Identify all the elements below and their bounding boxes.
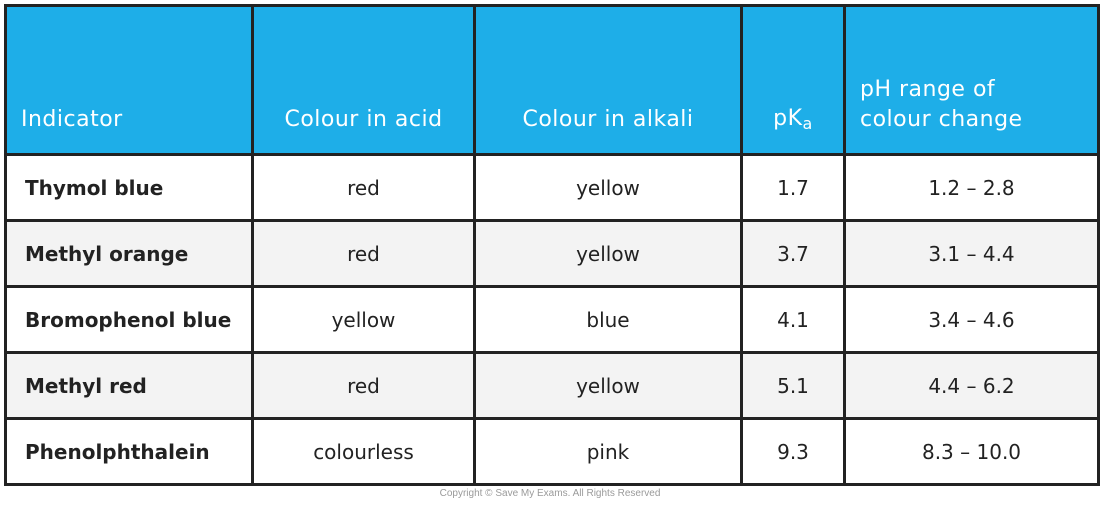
cell-indicator: Thymol blue xyxy=(4,153,254,222)
cell-ph-range: 8.3 – 10.0 xyxy=(843,417,1100,486)
table-row: Phenolphthalein colourless pink 9.3 8.3 … xyxy=(4,417,1100,486)
table-row: Bromophenol blue yellow blue 4.1 3.4 – 4… xyxy=(4,285,1100,354)
cell-colour-acid: red xyxy=(251,153,476,222)
cell-pka: 1.7 xyxy=(740,153,846,222)
cell-colour-alkali: pink xyxy=(473,417,743,486)
cell-ph-range: 4.4 – 6.2 xyxy=(843,351,1100,420)
header-indicator: Indicator xyxy=(4,4,254,156)
cell-indicator: Phenolphthalein xyxy=(4,417,254,486)
cell-pka: 9.3 xyxy=(740,417,846,486)
header-ph-range-line2: colour change xyxy=(860,107,1023,132)
header-ph-range: pH range of colour change xyxy=(843,4,1100,156)
header-ph-range-line1: pH range of xyxy=(860,77,996,102)
copyright-notice: Copyright © Save My Exams. All Rights Re… xyxy=(439,488,661,499)
cell-colour-alkali: yellow xyxy=(473,153,743,222)
indicator-table-container: Indicator Colour in acid Colour in alkal… xyxy=(4,4,1100,486)
header-pka-main: pK xyxy=(773,106,803,131)
header-colour-in-acid: Colour in acid xyxy=(251,4,476,156)
cell-colour-acid: colourless xyxy=(251,417,476,486)
cell-colour-alkali: blue xyxy=(473,285,743,354)
cell-pka: 4.1 xyxy=(740,285,846,354)
cell-pka: 3.7 xyxy=(740,219,846,288)
header-row: Indicator Colour in acid Colour in alkal… xyxy=(4,4,1100,156)
header-pka: pKa xyxy=(740,4,846,156)
header-pka-subscript: a xyxy=(802,114,813,133)
table-row: Methyl red red yellow 5.1 4.4 – 6.2 xyxy=(4,351,1100,420)
cell-colour-alkali: yellow xyxy=(473,219,743,288)
cell-indicator: Bromophenol blue xyxy=(4,285,254,354)
cell-indicator: Methyl red xyxy=(4,351,254,420)
cell-ph-range: 3.4 – 4.6 xyxy=(843,285,1100,354)
cell-ph-range: 1.2 – 2.8 xyxy=(843,153,1100,222)
cell-colour-alkali: yellow xyxy=(473,351,743,420)
cell-indicator: Methyl orange xyxy=(4,219,254,288)
table-row: Thymol blue red yellow 1.7 1.2 – 2.8 xyxy=(4,153,1100,222)
table-row: Methyl orange red yellow 3.7 3.1 – 4.4 xyxy=(4,219,1100,288)
header-colour-in-alkali: Colour in alkali xyxy=(473,4,743,156)
indicator-table: Indicator Colour in acid Colour in alkal… xyxy=(4,4,1100,486)
cell-colour-acid: red xyxy=(251,219,476,288)
cell-colour-acid: yellow xyxy=(251,285,476,354)
cell-colour-acid: red xyxy=(251,351,476,420)
cell-ph-range: 3.1 – 4.4 xyxy=(843,219,1100,288)
cell-pka: 5.1 xyxy=(740,351,846,420)
